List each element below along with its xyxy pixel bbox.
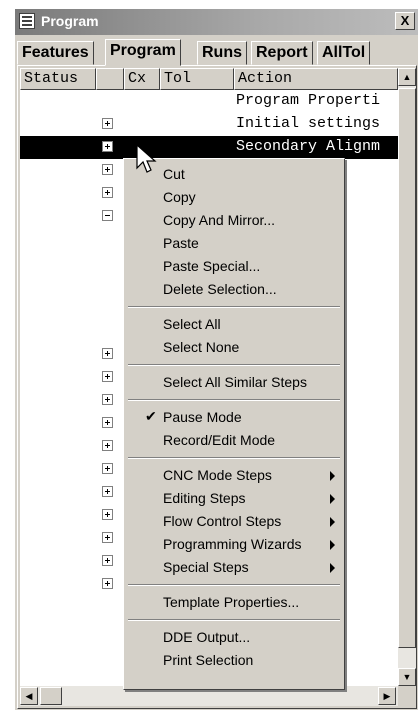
- expand-plus-icon[interactable]: [102, 348, 113, 359]
- column-header-blank[interactable]: [96, 68, 124, 90]
- vertical-scroll-thumb[interactable]: [398, 88, 416, 648]
- column-header-cx[interactable]: Cx: [124, 68, 160, 90]
- tab-strip: Features Program Runs Report AllTol: [17, 39, 417, 66]
- expand-plus-icon[interactable]: [102, 463, 113, 474]
- submenu-arrow-icon: [330, 563, 335, 573]
- menu-item[interactable]: Select All: [127, 313, 341, 336]
- grid-header: Status Cx Tol Action: [20, 68, 398, 90]
- menu-separator: [128, 584, 340, 586]
- menu-item[interactable]: ✔ Pause Mode: [127, 406, 341, 429]
- action-cell: Secondary Alignm: [236, 138, 381, 155]
- scroll-right-arrow-icon[interactable]: ▶: [378, 687, 396, 705]
- expand-plus-icon[interactable]: [102, 486, 113, 497]
- table-row[interactable]: Secondary Alignm: [20, 136, 398, 159]
- tab-features[interactable]: Features: [17, 41, 94, 65]
- menu-separator: [128, 364, 340, 366]
- tab-program[interactable]: Program: [105, 39, 181, 66]
- window-title: Program: [41, 13, 99, 29]
- expand-plus-icon[interactable]: [102, 164, 113, 175]
- menu-item[interactable]: Paste: [127, 232, 341, 255]
- table-row[interactable]: Initial settings: [20, 113, 398, 136]
- menu-separator: [128, 619, 340, 621]
- horizontal-scroll-thumb[interactable]: [40, 687, 62, 705]
- submenu-arrow-icon: [330, 517, 335, 527]
- column-header-status[interactable]: Status: [20, 68, 96, 90]
- title-bar[interactable]: Program X: [15, 9, 418, 35]
- expand-plus-icon[interactable]: [102, 187, 113, 198]
- menu-item-label: Cut: [163, 166, 185, 182]
- menu-item[interactable]: Copy And Mirror...: [127, 209, 341, 232]
- expand-plus-icon[interactable]: [102, 578, 113, 589]
- menu-item[interactable]: Programming Wizards: [127, 533, 341, 556]
- menu-item-label: Pause Mode: [163, 409, 242, 425]
- menu-item[interactable]: Select All Similar Steps: [127, 371, 341, 394]
- submenu-arrow-icon: [330, 494, 335, 504]
- program-app-icon: [19, 13, 35, 29]
- expand-plus-icon[interactable]: [102, 141, 113, 152]
- menu-item[interactable]: Template Properties...: [127, 591, 341, 614]
- expand-plus-icon[interactable]: [102, 509, 113, 520]
- context-menu: Cut Copy Copy And Mirror... Paste Paste Spec…: [123, 158, 345, 690]
- scroll-up-arrow-icon[interactable]: ▲: [398, 68, 416, 86]
- menu-item[interactable]: Print Selection: [127, 649, 341, 672]
- submenu-arrow-icon: [330, 471, 335, 481]
- menu-item[interactable]: Flow Control Steps: [127, 510, 341, 533]
- mouse-pointer-icon: [136, 144, 157, 173]
- menu-item-label: Copy And Mirror...: [163, 212, 276, 228]
- table-row[interactable]: Program Properti: [20, 90, 398, 113]
- menu-item-label: Paste: [163, 235, 199, 251]
- expand-plus-icon[interactable]: [102, 118, 113, 129]
- menu-item[interactable]: Record/Edit Mode: [127, 429, 341, 452]
- menu-item-label: Flow Control Steps: [163, 513, 282, 529]
- expand-plus-icon[interactable]: [102, 555, 113, 566]
- checkmark-icon: ✔: [145, 408, 157, 424]
- menu-item-label: Delete Selection...: [163, 281, 277, 297]
- menu-item-label: Template Properties...: [163, 594, 300, 610]
- menu-item[interactable]: Select None: [127, 336, 341, 359]
- action-cell: Program Properti: [236, 92, 381, 109]
- menu-item-label: Select All Similar Steps: [163, 374, 307, 390]
- submenu-arrow-icon: [330, 540, 335, 550]
- menu-separator: [128, 457, 340, 459]
- vertical-scrollbar[interactable]: ▲ ▼: [398, 68, 416, 686]
- tab-report[interactable]: Report: [251, 41, 313, 65]
- expand-plus-icon[interactable]: [102, 394, 113, 405]
- menu-item-label: Editing Steps: [163, 490, 246, 506]
- scroll-left-arrow-icon[interactable]: ◀: [20, 687, 38, 705]
- action-cell: Initial settings: [236, 115, 381, 132]
- menu-item[interactable]: DDE Output...: [127, 626, 341, 649]
- expand-plus-icon[interactable]: [102, 417, 113, 428]
- expand-plus-icon[interactable]: [102, 532, 113, 543]
- menu-item[interactable]: Special Steps: [127, 556, 341, 579]
- menu-item-label: Copy: [163, 189, 196, 205]
- menu-item-label: Record/Edit Mode: [163, 432, 276, 448]
- menu-item[interactable]: Cut: [127, 163, 341, 186]
- tab-alltol[interactable]: AllTol: [317, 41, 371, 65]
- expand-plus-icon[interactable]: [102, 371, 113, 382]
- column-header-tol[interactable]: Tol: [160, 68, 234, 90]
- menu-item-label: Programming Wizards: [163, 536, 302, 552]
- menu-item[interactable]: Delete Selection...: [127, 278, 341, 301]
- menu-item-label: DDE Output...: [163, 629, 251, 645]
- collapse-minus-icon[interactable]: [102, 210, 113, 221]
- close-button[interactable]: X: [395, 12, 415, 30]
- menu-item[interactable]: CNC Mode Steps: [127, 464, 341, 487]
- tab-runs[interactable]: Runs: [197, 41, 247, 65]
- menu-item[interactable]: Copy: [127, 186, 341, 209]
- expand-plus-icon[interactable]: [102, 440, 113, 451]
- menu-item-label: Paste Special...: [163, 258, 261, 274]
- menu-item-label: CNC Mode Steps: [163, 467, 272, 483]
- menu-separator: [128, 399, 340, 401]
- menu-item[interactable]: Editing Steps: [127, 487, 341, 510]
- column-header-action[interactable]: Action: [234, 68, 398, 90]
- menu-item-label: Select All: [163, 316, 221, 332]
- scroll-down-arrow-icon[interactable]: ▼: [398, 668, 416, 686]
- menu-separator: [128, 306, 340, 308]
- menu-item[interactable]: Paste Special...: [127, 255, 341, 278]
- menu-item-label: Special Steps: [163, 559, 249, 575]
- menu-item-label: Print Selection: [163, 652, 254, 668]
- scroll-corner: [398, 686, 416, 706]
- menu-item-label: Select None: [163, 339, 240, 355]
